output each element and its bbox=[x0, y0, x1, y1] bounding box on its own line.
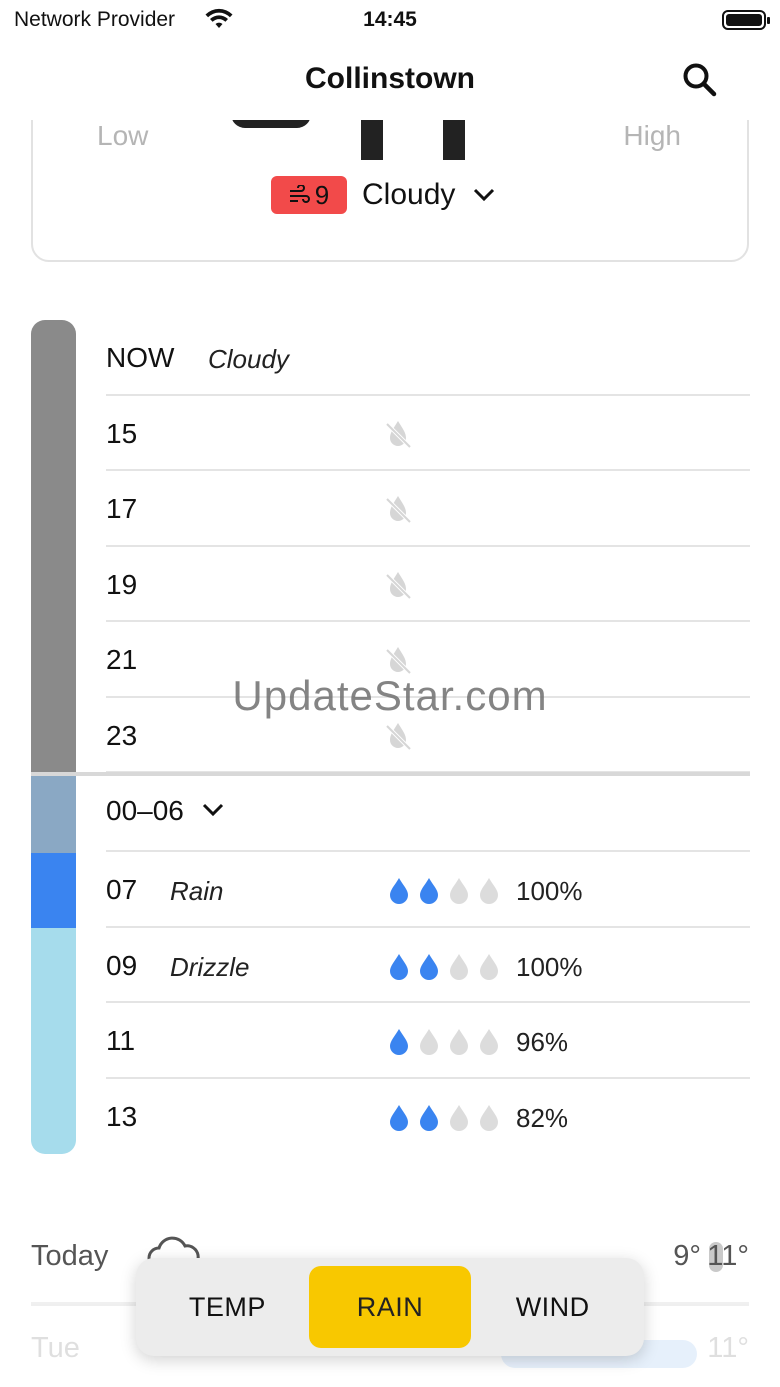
raindrop-filled-icon bbox=[390, 1104, 408, 1131]
raindrop-filled-icon bbox=[390, 1029, 408, 1055]
tab-temp[interactable]: TEMP bbox=[146, 1266, 309, 1348]
no-rain-icon bbox=[385, 496, 412, 524]
rain-intensity bbox=[388, 1103, 500, 1131]
raindrop-empty-icon bbox=[450, 953, 468, 980]
clock: 14:45 bbox=[363, 8, 417, 31]
timeline-segment-rain bbox=[31, 853, 76, 928]
wind-icon bbox=[289, 185, 310, 203]
hourly-row: 15 bbox=[106, 396, 750, 471]
hour-label: 15 bbox=[106, 417, 138, 449]
search-icon bbox=[683, 63, 717, 97]
no-rain-icon bbox=[385, 722, 412, 750]
hourly-row: NOW Cloudy bbox=[106, 320, 750, 396]
hourly-row: 13 82% bbox=[106, 1079, 750, 1155]
rain-chance: 100% bbox=[516, 951, 583, 982]
raindrop-empty-icon bbox=[450, 1029, 468, 1055]
nav-bar: Collinstown bbox=[0, 40, 780, 120]
hour-label: 17 bbox=[106, 493, 138, 524]
hour-label: 07 bbox=[106, 874, 138, 905]
timeline-segment-drizzle bbox=[31, 928, 76, 1154]
expand-night-row[interactable]: 00–06 bbox=[106, 773, 750, 852]
hour-label: 23 bbox=[106, 719, 138, 751]
raindrop-filled-icon bbox=[390, 878, 408, 904]
rain-chance: 100% bbox=[516, 876, 583, 906]
hour-label: NOW bbox=[106, 342, 175, 373]
battery-icon bbox=[722, 10, 770, 30]
hour-label: 19 bbox=[106, 568, 138, 600]
raindrop-empty-icon bbox=[480, 1029, 498, 1055]
condition-selector[interactable]: Cloudy bbox=[362, 178, 455, 212]
rain-chance: 82% bbox=[516, 1102, 569, 1133]
chevron-down-icon[interactable] bbox=[202, 803, 224, 817]
high-temp: 11° bbox=[707, 1240, 749, 1272]
search-button[interactable] bbox=[680, 60, 720, 100]
hourly-row: 17 bbox=[106, 471, 750, 547]
hour-range-label: 00–06 bbox=[106, 795, 184, 826]
raindrop-filled-icon bbox=[420, 1104, 438, 1131]
no-rain-icon bbox=[385, 420, 412, 448]
low-label: Low bbox=[97, 120, 149, 151]
metric-tab-bar: TEMP RAIN WIND bbox=[136, 1258, 644, 1356]
high-temp: 11° bbox=[707, 1332, 749, 1364]
hourly-row: 19 bbox=[106, 547, 750, 622]
condition-label: Drizzle bbox=[170, 951, 250, 982]
raindrop-filled-icon bbox=[420, 878, 438, 904]
condition-label: Cloudy bbox=[208, 344, 289, 374]
raindrop-empty-icon bbox=[480, 1104, 498, 1131]
rain-chance: 96% bbox=[516, 1027, 569, 1057]
rain-intensity bbox=[388, 1027, 500, 1055]
raindrop-empty-icon bbox=[450, 1104, 468, 1131]
day-label: Today bbox=[31, 1240, 109, 1272]
raindrop-empty-icon bbox=[480, 953, 498, 980]
tab-rain[interactable]: RAIN bbox=[308, 1266, 472, 1348]
raindrop-empty-icon bbox=[420, 1029, 438, 1055]
day-label: Tue bbox=[31, 1332, 80, 1364]
hourly-row: 07 Rain 100% bbox=[106, 852, 750, 928]
condition-label: Rain bbox=[170, 876, 224, 906]
high-label: High bbox=[623, 120, 681, 151]
hour-label: 13 bbox=[106, 1100, 138, 1132]
hourly-list: NOW Cloudy 15 17 19 21 23 00–06 07 Rain … bbox=[106, 320, 750, 1154]
raindrop-empty-icon bbox=[450, 878, 468, 904]
raindrop-filled-icon bbox=[420, 953, 438, 980]
raindrop-empty-icon bbox=[480, 878, 498, 904]
hourly-row: 09 Drizzle 100% bbox=[106, 928, 750, 1003]
watermark: UpdateStar.com bbox=[232, 672, 548, 719]
timeline-segment-night bbox=[31, 775, 76, 853]
hourly-timeline-bar bbox=[31, 320, 76, 1154]
tab-wind[interactable]: WIND bbox=[471, 1266, 634, 1348]
wind-badge: 9 bbox=[271, 176, 347, 214]
hour-label: 11 bbox=[106, 1025, 136, 1056]
no-rain-icon bbox=[385, 571, 412, 599]
rain-intensity bbox=[388, 952, 500, 980]
hour-label: 09 bbox=[106, 949, 138, 981]
page-title: Collinstown bbox=[305, 62, 475, 95]
raindrop-filled-icon bbox=[390, 953, 408, 980]
low-temp: 9° bbox=[673, 1240, 701, 1272]
rain-intensity bbox=[388, 876, 500, 904]
day-divider bbox=[31, 772, 750, 776]
status-bar: Network Provider 14:45 bbox=[0, 0, 780, 40]
wind-speed: 9 bbox=[314, 179, 330, 210]
chevron-down-icon[interactable] bbox=[473, 188, 495, 202]
hourly-row: 11 96% bbox=[106, 1003, 750, 1079]
